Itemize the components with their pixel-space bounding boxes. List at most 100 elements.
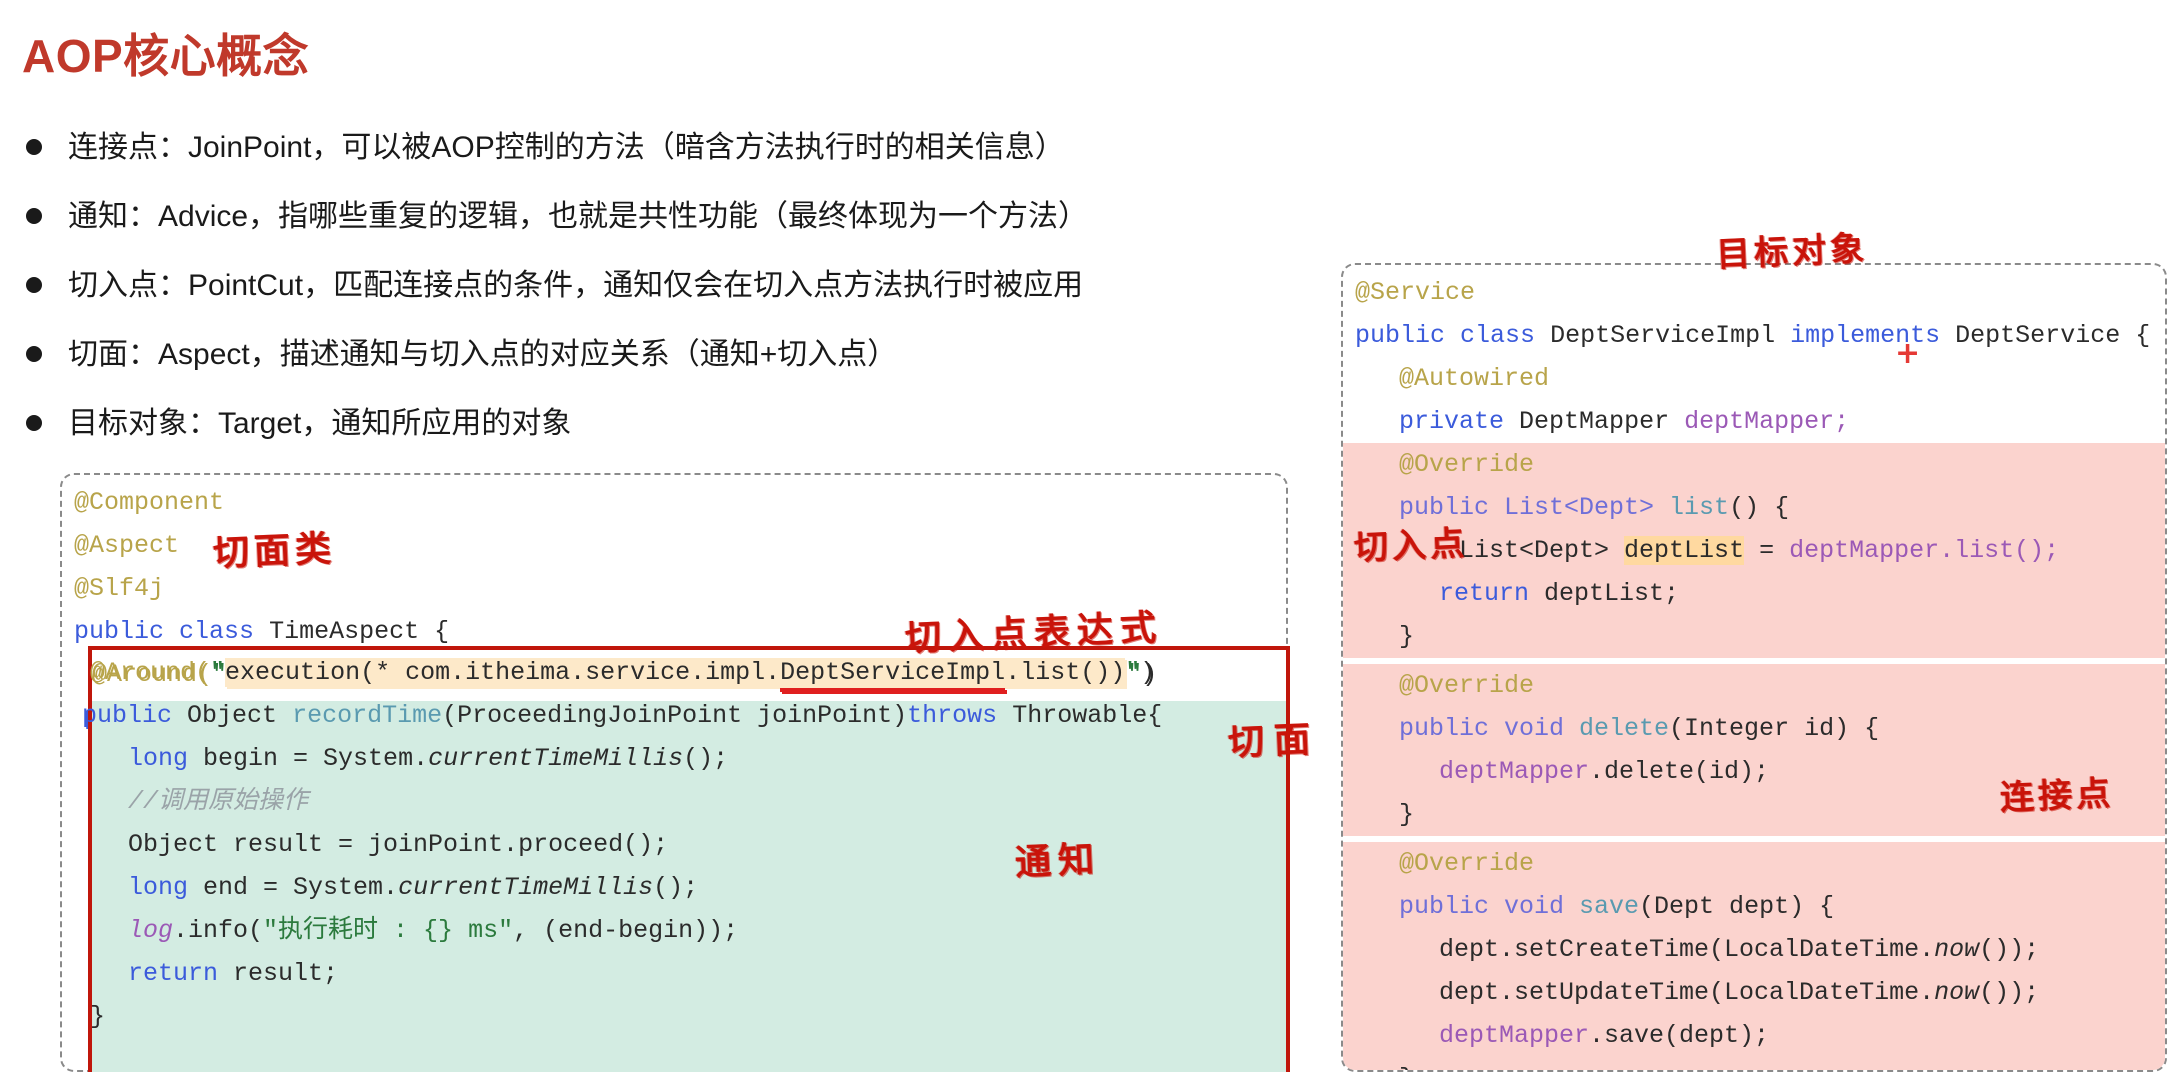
- code-token-now: now: [1934, 935, 1979, 964]
- code-line: deptMapper.delete(id);: [1343, 750, 2165, 793]
- code-line: public class TimeAspect {: [62, 610, 1286, 653]
- advice-highlight-band: [92, 701, 1286, 1072]
- code-token-list-body: List<Dept>: [1399, 536, 1624, 565]
- list-item: 切入点：PointCut，匹配连接点的条件，通知仅会在切入点方法执行时被应用: [26, 266, 1316, 335]
- code-line: @Override: [1343, 443, 2165, 486]
- code-token-return: return: [1439, 579, 1529, 608]
- code-line: private DeptMapper deptMapper;: [1343, 400, 2165, 443]
- code-line: @Service: [1343, 271, 2165, 314]
- code-token-around: @Around(: [92, 660, 212, 689]
- code-token-delete-tail: (Integer id) {: [1669, 714, 1879, 743]
- code-token-now: now: [1934, 978, 1979, 1007]
- code-token-delete-sig: public void: [1399, 714, 1579, 743]
- code-token-deptservice: DeptService: [1955, 321, 2120, 350]
- code-line: }: [1343, 1057, 2165, 1072]
- code-line: dept.setUpdateTime(LocalDateTime.now());: [1343, 971, 2165, 1014]
- code-token-quote-close: ": [1127, 660, 1142, 689]
- bullet-dot-icon: [26, 415, 42, 431]
- code-line: @Slf4j: [62, 567, 1286, 610]
- code-token-list-tail: () {: [1729, 493, 1789, 522]
- plus-mark-annotation: +: [1895, 336, 1920, 371]
- code-token-classname: TimeAspect: [269, 617, 419, 646]
- code-token-service: @Service: [1355, 278, 1475, 307]
- code-line-around: @Around("execution(* com.itheima.service…: [62, 653, 1286, 696]
- code-token-public: public: [74, 617, 164, 646]
- code-token-deptmapper: deptMapper: [1439, 1021, 1589, 1050]
- code-token-slf4j: @Slf4j: [74, 574, 164, 603]
- code-token-save-sig: public void: [1399, 892, 1579, 921]
- list-item-label: 通知：Advice，指哪些重复的逻辑，也就是共性功能（最终体现为一个方法）: [68, 197, 1088, 236]
- code-token-deptmapper: deptMapper: [1439, 757, 1589, 786]
- code-token-quote: ": [212, 660, 227, 689]
- pointcut-method-band: @Override public List<Dept> list() { Lis…: [1343, 443, 2165, 658]
- concept-bullet-list: 连接点：JoinPoint，可以被AOP控制的方法（暗含方法执行时的相关信息） …: [26, 128, 1316, 473]
- code-token-save-call: .save(dept);: [1589, 1021, 1769, 1050]
- code-line: return deptList;: [1343, 572, 2165, 615]
- code-line: }: [1343, 793, 2165, 836]
- code-line: @Override: [1343, 664, 2165, 707]
- code-token-brace: {: [2135, 321, 2150, 350]
- deptlist-highlight: deptList: [1624, 536, 1744, 565]
- code-token-brace-close: }: [1399, 1064, 1414, 1072]
- code-token-delete-call: .delete(id);: [1589, 757, 1769, 786]
- code-token-brace: {: [434, 617, 449, 646]
- code-token-eq: =: [1744, 536, 1789, 565]
- code-token-deptmapper-field: deptMapper;: [1684, 407, 1849, 436]
- joinpoint-delete-band: @Override public void delete(Integer id)…: [1343, 664, 2165, 836]
- code-token-paren-close: ): [1142, 660, 1157, 689]
- code-token-class: class: [1460, 321, 1535, 350]
- code-token-delete-name: delete: [1579, 714, 1669, 743]
- code-token-deptmapper: deptMapper: [1789, 536, 1939, 565]
- bullet-dot-icon: [26, 139, 42, 155]
- code-token-aspect: @Aspect: [74, 531, 179, 560]
- code-line: @Component: [62, 481, 1286, 524]
- code-line: }: [1343, 615, 2165, 658]
- code-token-deptlist: deptList;: [1544, 579, 1679, 608]
- code-token-public: public: [1355, 321, 1445, 350]
- list-item-label: 切入点：PointCut，匹配连接点的条件，通知仅会在切入点方法执行时被应用: [68, 266, 1083, 305]
- code-token-deptmapper-type: DeptMapper: [1519, 407, 1669, 436]
- code-token-exec-suffix: .list()): [1007, 660, 1127, 689]
- target-object-code-card: @Service public class DeptServiceImpl im…: [1341, 263, 2167, 1072]
- code-token-private: private: [1399, 407, 1504, 436]
- page-title: AOP核心概念: [22, 20, 309, 86]
- code-token-setupdate: dept.setUpdateTime(LocalDateTime.: [1439, 978, 1934, 1007]
- code-line: @Autowired: [1343, 357, 2165, 400]
- list-item: 目标对象：Target，通知所应用的对象: [26, 404, 1316, 473]
- code-token-list-sig: public List<Dept>: [1399, 493, 1669, 522]
- code-line: dept.setCreateTime(LocalDateTime.now());: [1343, 928, 2165, 971]
- code-token-deptserviceimpl: DeptServiceImpl: [1550, 321, 1775, 350]
- bullet-dot-icon: [26, 346, 42, 362]
- code-token-now-tail: ());: [1979, 935, 2039, 964]
- list-item-label: 连接点：JoinPoint，可以被AOP控制的方法（暗含方法执行时的相关信息）: [68, 128, 1065, 167]
- code-token-setcreate: dept.setCreateTime(LocalDateTime.: [1439, 935, 1934, 964]
- code-token-list-name: list: [1669, 493, 1729, 522]
- code-line: deptMapper.save(dept);: [1343, 1014, 2165, 1057]
- code-token-autowired: @Autowired: [1399, 364, 1549, 393]
- joinpoint-save-band: @Override public void save(Dept dept) { …: [1343, 842, 2165, 1072]
- code-token-override: @Override: [1399, 671, 1534, 700]
- code-token-save-tail: (Dept dept) {: [1639, 892, 1834, 921]
- list-item: 通知：Advice，指哪些重复的逻辑，也就是共性功能（最终体现为一个方法）: [26, 197, 1316, 266]
- bullet-dot-icon: [26, 208, 42, 224]
- list-item-label: 切面：Aspect，描述通知与切入点的对应关系（通知+切入点）: [68, 335, 897, 374]
- code-token-brace-close: }: [1399, 622, 1414, 651]
- code-token-now-tail: ());: [1979, 978, 2039, 1007]
- code-line: @Aspect: [62, 524, 1286, 567]
- code-line: public List<Dept> list() {: [1343, 486, 2165, 529]
- code-token-brace-close: }: [1399, 800, 1414, 829]
- bullet-dot-icon: [26, 277, 42, 293]
- code-token-dot-list: .list();: [1939, 536, 2059, 565]
- code-token-deptserviceimpl: DeptServiceImpl: [782, 660, 1007, 694]
- code-line: public class DeptServiceImpl implements …: [1343, 314, 2165, 357]
- code-line: @Override: [1343, 842, 2165, 885]
- list-item: 切面：Aspect，描述通知与切入点的对应关系（通知+切入点）: [26, 335, 1316, 404]
- code-token-save-name: save: [1579, 892, 1639, 921]
- code-token-component: @Component: [74, 488, 224, 517]
- list-item-label: 目标对象：Target，通知所应用的对象: [68, 404, 571, 443]
- pointcut-expression-highlight: execution(* com.itheima.service.impl.Dep…: [227, 660, 1127, 689]
- code-token-exec-prefix: execution(* com.itheima.service.impl.: [227, 660, 782, 689]
- code-line: public void save(Dept dept) {: [1343, 885, 2165, 928]
- list-item: 连接点：JoinPoint，可以被AOP控制的方法（暗含方法执行时的相关信息）: [26, 128, 1316, 197]
- code-line: public void delete(Integer id) {: [1343, 707, 2165, 750]
